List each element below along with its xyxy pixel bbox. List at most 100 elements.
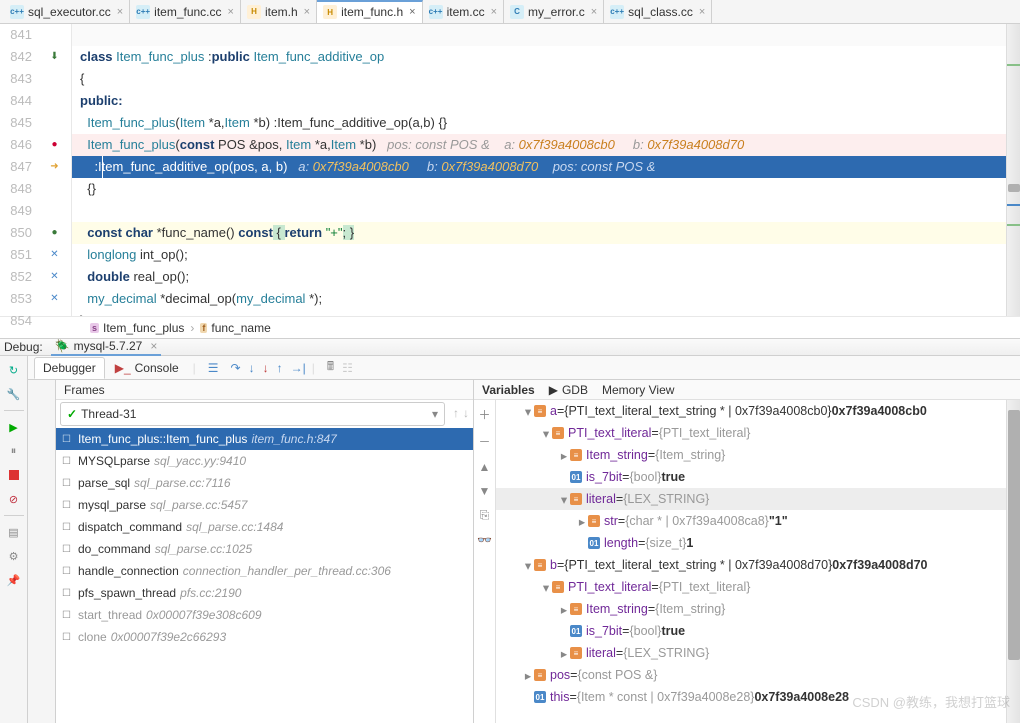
pause-button[interactable]: ⏸ <box>6 443 22 459</box>
file-tab[interactable]: c++item.cc× <box>423 0 504 23</box>
expand-icon[interactable]: ▾ <box>540 580 552 595</box>
file-tab[interactable]: Cmy_error.c× <box>504 0 604 23</box>
stack-frame[interactable]: ☐start_thread 0x00007f39e308c609 <box>56 604 473 626</box>
step-into-icon[interactable]: ↓ <box>249 361 255 375</box>
rerun-button[interactable]: ↻ <box>6 362 22 378</box>
file-icon: c++ <box>610 5 624 19</box>
evaluate-icon[interactable]: 🖩 <box>327 357 334 378</box>
code-area[interactable]: class Item_func_plus :public Item_func_a… <box>72 24 1020 316</box>
variables-panel: Variables ▶GDB Memory View ＋ － ▲ ▼ ⎘ 👓 ▾… <box>474 380 1020 723</box>
close-icon[interactable]: × <box>304 6 310 18</box>
expand-icon[interactable]: ▸ <box>558 448 570 463</box>
breadcrumb-struct[interactable]: sItem_func_plus <box>90 321 184 335</box>
force-step-into-icon[interactable]: ↓ <box>263 361 269 375</box>
pin-icon[interactable]: 📌 <box>6 572 22 588</box>
memory-view-tab[interactable]: Memory View <box>602 383 674 397</box>
step-over-icon[interactable]: ↷ <box>231 361 241 375</box>
duplicate-icon[interactable]: ⎘ <box>480 508 490 523</box>
expand-icon[interactable]: ▸ <box>576 514 588 529</box>
nav-up-icon[interactable]: ▲ <box>479 460 491 474</box>
file-tab[interactable]: c++sql_class.cc× <box>604 0 712 23</box>
stack-frame[interactable]: ☐handle_connection connection_handler_pe… <box>56 560 473 582</box>
expand-icon[interactable]: ▾ <box>558 492 570 507</box>
variables-tab[interactable]: Variables <box>482 383 535 397</box>
frame-down-icon[interactable]: ↓ <box>463 406 469 420</box>
frames-list[interactable]: ☐Item_func_plus::Item_func_plus item_fun… <box>56 428 473 723</box>
run-to-cursor-icon[interactable]: →| <box>291 361 306 375</box>
frame-icon: ☐ <box>62 566 74 577</box>
stop-button[interactable] <box>6 467 22 483</box>
close-icon[interactable]: × <box>117 6 123 18</box>
expand-icon[interactable]: ▾ <box>522 558 534 573</box>
variable-row[interactable]: 01is_7bit = {bool} true <box>496 466 1020 488</box>
close-icon[interactable]: × <box>491 6 497 18</box>
more-icon[interactable]: ☷ <box>342 361 353 375</box>
mute-breakpoints-button[interactable]: ⊘ <box>6 491 22 507</box>
debug-tabs: Debugger ▶_Console | ☰ ↷ ↓ ↓ ↑ →| | 🖩 ☷ <box>28 356 1020 380</box>
file-tab[interactable]: c++sql_executor.cc× <box>4 0 130 23</box>
resume-button[interactable]: ▶ <box>6 419 22 435</box>
console-tab[interactable]: ▶_Console <box>107 358 187 378</box>
file-tab[interactable]: Hitem.h× <box>241 0 317 23</box>
variable-row[interactable]: 01this = {Item * const | 0x7f39a4008e28}… <box>496 686 1020 708</box>
settings-icon[interactable]: ⚙ <box>6 548 22 564</box>
frame-up-icon[interactable]: ↑ <box>453 406 459 420</box>
variable-row[interactable]: ▸≡str = {char * | 0x7f39a4008ca8} "1" <box>496 510 1020 532</box>
variable-row[interactable]: ▾≡literal = {LEX_STRING} <box>496 488 1020 510</box>
variable-row[interactable]: ▸≡Item_string = {Item_string} <box>496 598 1020 620</box>
stack-frame[interactable]: ☐Item_func_plus::Item_func_plus item_fun… <box>56 428 473 450</box>
glasses-icon[interactable]: 👓 <box>477 533 492 547</box>
close-icon[interactable]: × <box>150 339 157 353</box>
stack-frame[interactable]: ☐parse_sql sql_parse.cc:7116 <box>56 472 473 494</box>
frame-icon: ☐ <box>62 500 74 511</box>
expand-icon[interactable]: ▾ <box>540 426 552 441</box>
variable-row[interactable]: ▸≡literal = {LEX_STRING} <box>496 642 1020 664</box>
thread-selector[interactable]: ✓ Thread-31 ▾ <box>60 402 445 426</box>
debugger-tab[interactable]: Debugger <box>34 357 105 379</box>
step-out-icon[interactable]: ↑ <box>277 361 283 375</box>
variable-row[interactable]: 01is_7bit = {bool} true <box>496 620 1020 642</box>
expand-icon[interactable]: ▸ <box>558 646 570 661</box>
chevron-right-icon: › <box>190 321 194 335</box>
file-tab[interactable]: Hitem_func.h× <box>317 0 422 23</box>
vars-scrollbar[interactable] <box>1006 400 1020 723</box>
variable-row[interactable]: ▾≡a = {PTI_text_literal_text_string * | … <box>496 400 1020 422</box>
stack-frame[interactable]: ☐pfs_spawn_thread pfs.cc:2190 <box>56 582 473 604</box>
file-icon: H <box>323 5 337 19</box>
debug-config-tab[interactable]: 🪲 mysql-5.7.27 × <box>51 339 162 356</box>
expand-icon[interactable]: ▸ <box>558 602 570 617</box>
expand-icon[interactable]: ▸ <box>522 668 534 683</box>
frame-icon: ☐ <box>62 588 74 599</box>
variables-tree[interactable]: ▾≡a = {PTI_text_literal_text_string * | … <box>496 400 1020 723</box>
variable-row[interactable]: ▸≡Item_string = {Item_string} <box>496 444 1020 466</box>
variable-row[interactable]: ▾≡PTI_text_literal = {PTI_text_literal} <box>496 422 1020 444</box>
variable-row[interactable]: 01length = {size_t} 1 <box>496 532 1020 554</box>
wrench-icon[interactable]: 🔧 <box>6 386 22 402</box>
breadcrumb-func[interactable]: ffunc_name <box>200 321 270 335</box>
layout-icon[interactable]: ▤ <box>6 524 22 540</box>
stack-frame[interactable]: ☐dispatch_command sql_parse.cc:1484 <box>56 516 473 538</box>
editor-scrollbar[interactable] <box>1006 24 1020 316</box>
variable-row[interactable]: ▸≡pos = {const POS &} <box>496 664 1020 686</box>
remove-watch-icon[interactable]: － <box>478 433 490 450</box>
file-tab[interactable]: c++item_func.cc× <box>130 0 241 23</box>
close-icon[interactable]: × <box>409 6 415 18</box>
variable-row[interactable]: ▾≡PTI_text_literal = {PTI_text_literal} <box>496 576 1020 598</box>
stack-frame[interactable]: ☐mysql_parse sql_parse.cc:5457 <box>56 494 473 516</box>
close-icon[interactable]: × <box>591 6 597 18</box>
thread-dump-icon[interactable]: ☰ <box>208 361 219 375</box>
stack-frame[interactable]: ☐do_command sql_parse.cc:1025 <box>56 538 473 560</box>
close-icon[interactable]: × <box>699 6 705 18</box>
variable-row[interactable]: ▾≡b = {PTI_text_literal_text_string * | … <box>496 554 1020 576</box>
expand-icon[interactable]: ▾ <box>522 404 534 419</box>
stack-frame[interactable]: ☐clone 0x00007f39e2c66293 <box>56 626 473 648</box>
frames-panel: Frames ✓ Thread-31 ▾ ↑↓ ☐Item_func_plus:… <box>56 380 474 723</box>
close-icon[interactable]: × <box>228 6 234 18</box>
stack-frame[interactable]: ☐MYSQLparse sql_yacc.yy:9410 <box>56 450 473 472</box>
var-type-icon: ≡ <box>552 581 564 593</box>
var-type-icon: ≡ <box>570 493 582 505</box>
gdb-tab[interactable]: ▶GDB <box>549 383 588 397</box>
nav-down-icon[interactable]: ▼ <box>479 484 491 498</box>
add-watch-icon[interactable]: ＋ <box>478 406 490 423</box>
frame-icon: ☐ <box>62 522 74 533</box>
